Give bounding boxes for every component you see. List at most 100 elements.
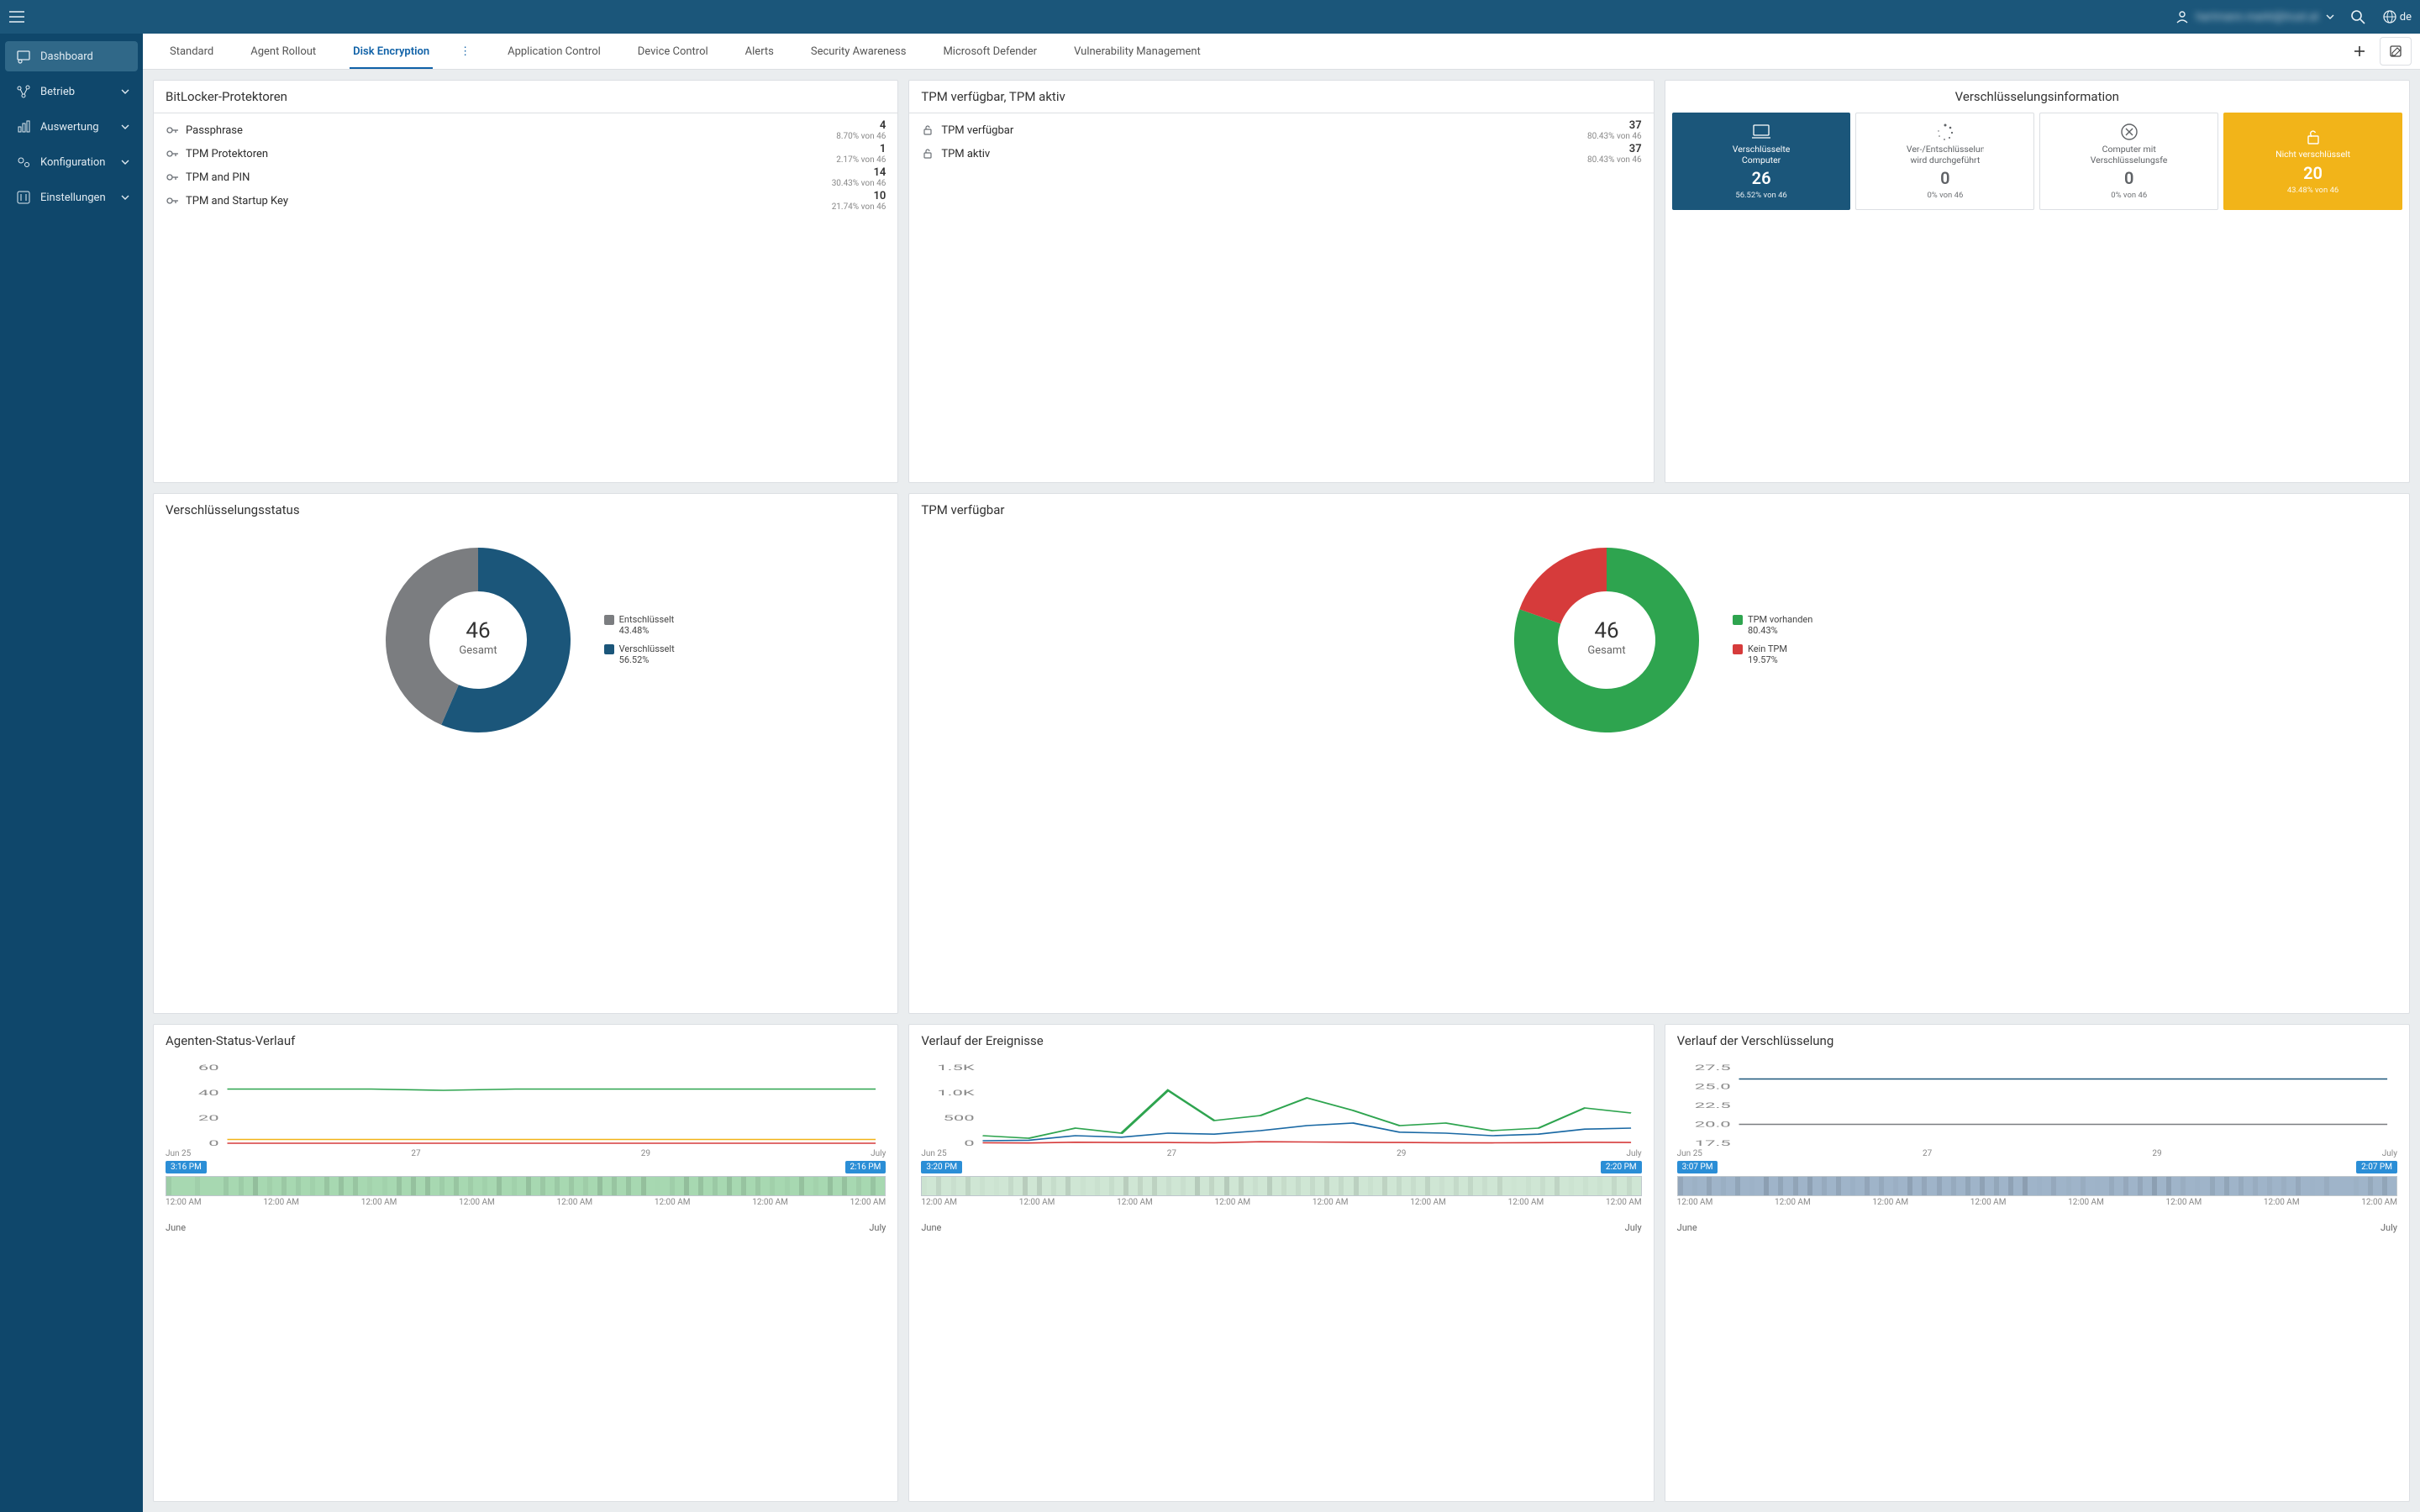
svg-text:0: 0 [208,1139,218,1147]
panel-title: Verschlüsselungsstatus [154,494,897,526]
tab-microsoft-defender[interactable]: Microsoft Defender [924,34,1055,69]
tile-sub: 0% von 46 [1927,191,1963,200]
panel-title: Verschlüsselungsinformation [1665,81,2409,113]
encryption-tile[interactable]: Verschlüsselte Computer2656.52% von 46 [1672,113,1851,210]
svg-text:46: 46 [466,618,490,643]
item-label: TPM verfügbar [941,124,1581,137]
tile-label: Verschlüsselte Computer [1723,144,1800,165]
line-chart: 1.5K 1.0K 500 0 [921,1063,1641,1147]
x-axis-top: Jun 252729July [166,1149,886,1158]
month-labels: JuneJuly [921,1222,1641,1233]
item-count: 37 [1629,120,1642,131]
language-selector[interactable]: de [2375,10,2420,24]
svg-text:17.5: 17.5 [1694,1139,1730,1147]
sidebar-item-auswertung[interactable]: Auswertung [5,112,138,142]
month-labels: JuneJuly [166,1222,886,1233]
tab-disk-encryption-more[interactable]: ⋮ [441,34,489,69]
tab-standard[interactable]: Standard [151,34,232,69]
tab-vulnerability-management[interactable]: Vulnerability Management [1055,34,1219,69]
hamburger-menu-button[interactable] [0,0,34,34]
tile-sub: 0% von 46 [2111,191,2147,200]
x-axis-bottom: 12:00 AM12:00 AM12:00 AM12:00 AM12:00 AM… [1677,1198,2397,1207]
panel-title: Verlauf der Verschlüsselung [1665,1025,2409,1057]
chevron-down-icon [121,160,129,165]
svg-text:27.5: 27.5 [1694,1063,1730,1073]
donut-chart-tpm: 46Gesamt [1506,539,1707,741]
tab-device-control[interactable]: Device Control [619,34,727,69]
item-count: 4 [880,120,886,131]
panel-tpm-status: TPM verfügbar, TPM aktiv TPM verfügbar 37… [908,80,1654,483]
svg-text:1.5K: 1.5K [938,1063,976,1073]
list-item[interactable]: TPM Protektoren12.17% von 46 [166,142,886,165]
encryption-tile[interactable]: Nicht verschlüsselt 20 43.48% von 46 [2223,113,2402,210]
gears-icon [15,154,32,171]
item-count: 37 [1629,144,1642,155]
tile-sub: 56.52% von 46 [1735,191,1786,200]
svg-text:0: 0 [965,1139,975,1147]
sidebar-item-betrieb[interactable]: Betrieb [5,76,138,107]
edit-dashboard-button[interactable] [2380,37,2412,66]
search-button[interactable] [2341,0,2375,34]
svg-text:1.0K: 1.0K [938,1089,976,1098]
panel-bitlocker-protectors: BitLocker-Protektoren Passphrase48.70% v… [153,80,898,483]
time-overview-bar[interactable] [921,1176,1641,1196]
sidebar-item-label: Dashboard [40,50,93,63]
sidebar-item-label: Konfiguration [40,156,105,169]
tab-disk-encryption[interactable]: Disk Encryption [334,34,448,69]
list-item[interactable]: Passphrase48.70% von 46 [166,118,886,142]
list-item[interactable]: TPM and Startup Key1021.74% von 46 [166,189,886,213]
legend-item: Kein TPM19.57% [1733,643,1812,665]
svg-text:22.5: 22.5 [1694,1101,1730,1110]
list-item[interactable]: TPM and PIN1430.43% von 46 [166,165,886,189]
add-tab-button[interactable] [2344,38,2375,65]
time-overview-bar[interactable] [1677,1176,2397,1196]
tab-security-awareness[interactable]: Security Awareness [792,34,925,69]
svg-text:46: 46 [1594,618,1618,643]
item-count: 14 [873,167,886,178]
sidebar-item-einstellungen[interactable]: Einstellungen [5,182,138,213]
panel-encryption-history: Verlauf der Verschlüsselung 27.525.022.5… [1665,1024,2410,1502]
sidebar-item-label: Betrieb [40,86,75,98]
legend-item: TPM vorhanden80.43% [1733,614,1812,636]
x-axis-bottom: 12:00 AM12:00 AM12:00 AM12:00 AM12:00 AM… [166,1198,886,1207]
encryption-tile[interactable]: Ver-/Entschlüsselung wird durchgeführt00… [1855,113,2034,210]
svg-text:20.0: 20.0 [1694,1121,1730,1130]
panel-title: Agenten-Status-Verlauf [154,1025,897,1057]
time-pill-end: 2:20 PM [1601,1161,1642,1173]
legend-item: Entschlüsselt43.48% [604,614,675,636]
user-menu[interactable]: hartmann.markt@trust.at [2169,10,2340,24]
list-item[interactable]: TPM aktiv3780.43% von 46 [921,142,1641,165]
encryption-tile[interactable]: Computer mit Verschlüsselungsfehler00% v… [2039,113,2218,210]
month-labels: JuneJuly [1677,1222,2397,1233]
panel-title: TPM verfügbar, TPM aktiv [909,81,1653,113]
tab-application-control[interactable]: Application Control [489,34,619,69]
item-label: Passphrase [186,124,829,137]
spinner-icon [1936,123,1954,141]
tab-alerts[interactable]: Alerts [727,34,792,69]
svg-text:Gesamt: Gesamt [459,644,497,657]
svg-text:500: 500 [944,1114,975,1123]
unlock-icon [2304,128,2323,146]
panel-agent-history: Agenten-Status-Verlauf 6040200Jun 252729… [153,1024,898,1502]
tile-count: 20 [2303,163,2323,183]
time-pill-end: 2:16 PM [845,1161,886,1173]
chevron-down-icon [121,89,129,94]
svg-text:40: 40 [198,1089,219,1098]
list-item[interactable]: TPM verfügbar3780.43% von 46 [921,118,1641,142]
tile-count: 0 [2124,168,2133,188]
user-name: hartmann.markt@trust.at [2196,11,2318,24]
panel-title: Verlauf der Ereignisse [909,1025,1653,1057]
sidebar-item-dashboard[interactable]: Dashboard [5,41,138,71]
tile-label: Nicht verschlüsselt [2275,150,2350,160]
tabbar: Standard Agent Rollout Disk Encryption ⋮… [143,34,2420,70]
chevron-down-icon [121,124,129,129]
time-overview-bar[interactable] [166,1176,886,1196]
tab-agent-rollout[interactable]: Agent Rollout [232,34,334,69]
sidebar-item-label: Auswertung [40,121,99,134]
line-chart: 6040200 [166,1063,886,1147]
sidebar-item-konfiguration[interactable]: Konfiguration [5,147,138,177]
time-pill-start: 3:16 PM [166,1161,207,1173]
tile-sub: 43.48% von 46 [2287,186,2338,195]
item-label: TPM and PIN [186,171,825,184]
chevron-down-icon [2326,14,2334,19]
